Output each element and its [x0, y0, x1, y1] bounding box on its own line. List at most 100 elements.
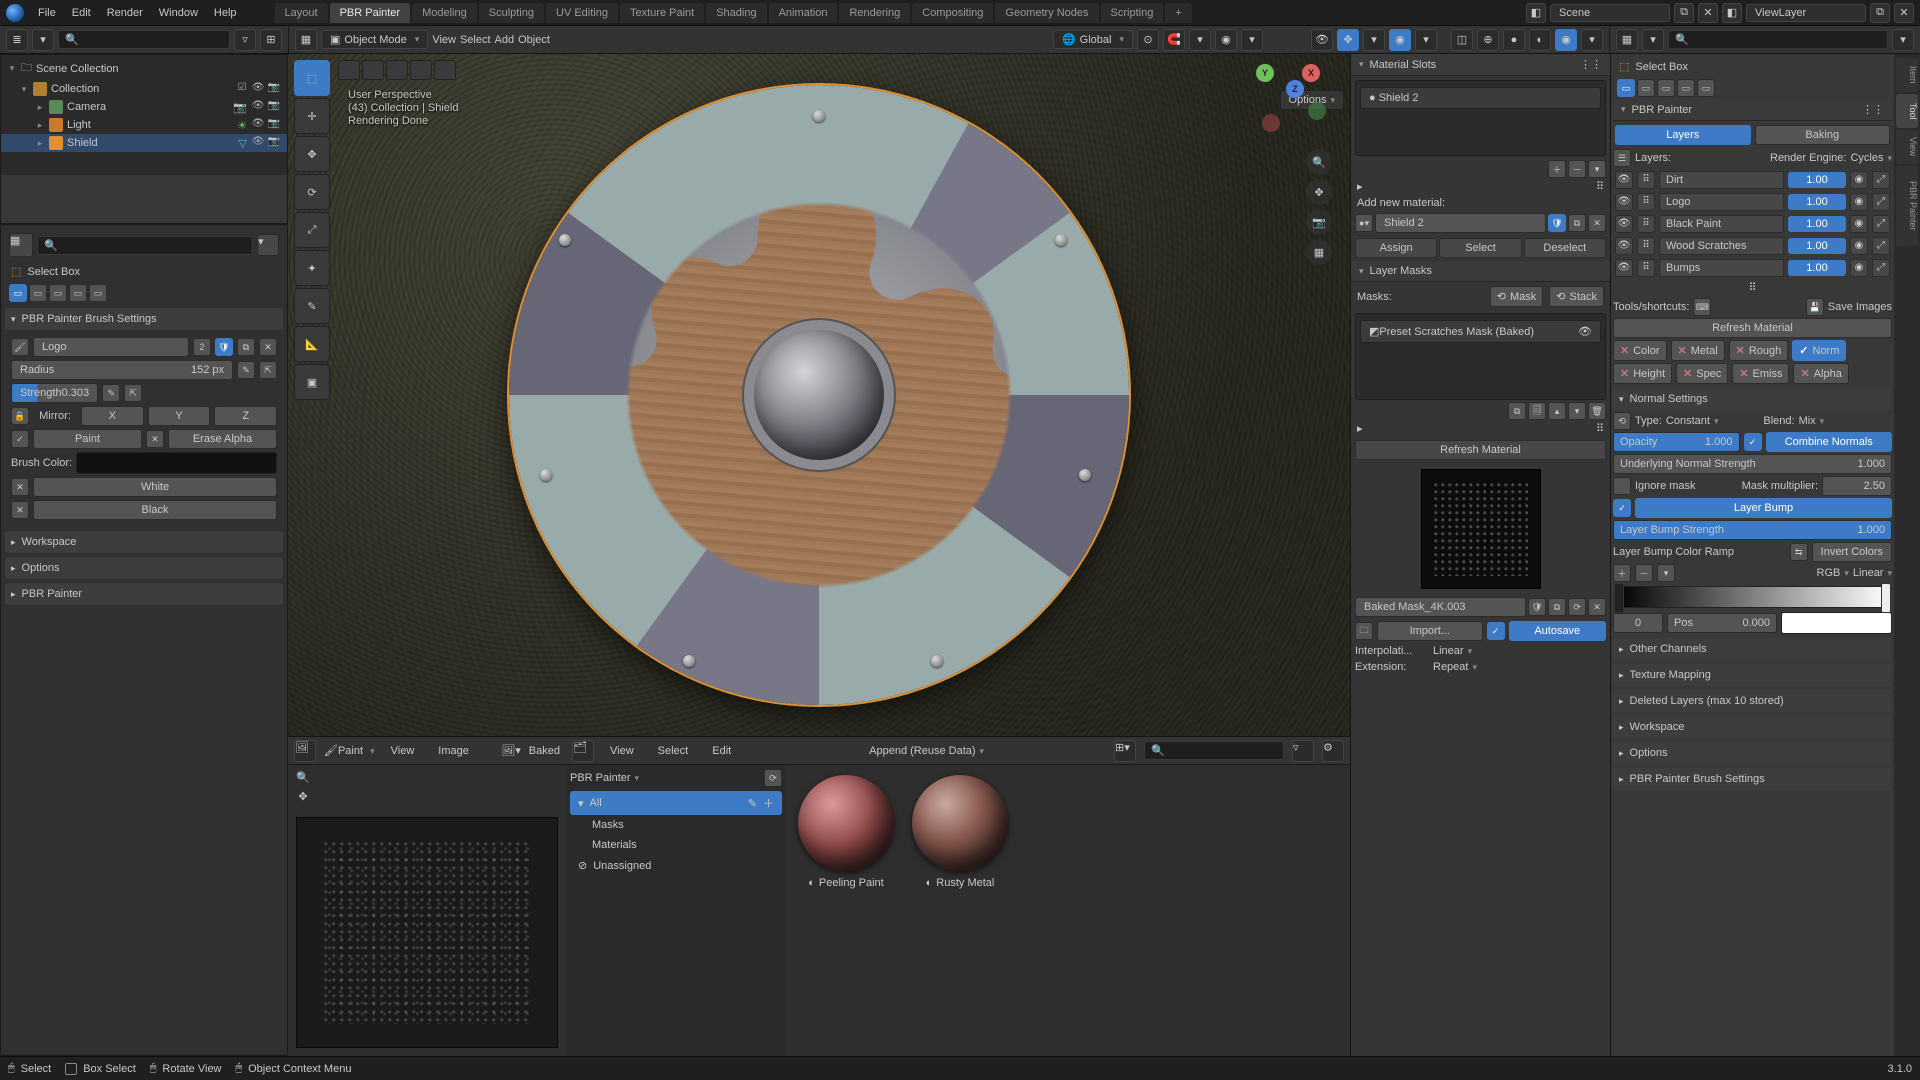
outliner-editor-type-icon[interactable]: ≣ — [6, 29, 28, 51]
mask-preview[interactable] — [1421, 469, 1541, 589]
deselect-button[interactable]: Deselect — [1524, 238, 1606, 258]
material-fakeuser-icon[interactable]: 🛡 — [1548, 214, 1566, 232]
panel-menu-icon[interactable]: ⋮⋮ — [1862, 103, 1884, 116]
ramp-tools-icon[interactable]: ▾ — [1657, 564, 1675, 582]
mirror-lock-icon[interactable]: 🔒 — [11, 407, 29, 425]
asset-menu-view[interactable]: View — [602, 742, 642, 760]
mask-mode-button[interactable]: ⟲Mask — [1490, 286, 1544, 307]
layer-name[interactable]: Wood Scratches — [1659, 237, 1784, 255]
layer-name[interactable]: Black Paint — [1659, 215, 1784, 233]
shading-options-icon[interactable]: ▾ — [1581, 29, 1603, 51]
hide-icon[interactable]: 👁 — [251, 136, 265, 150]
erase-check-icon[interactable]: ✕ — [146, 430, 164, 448]
mask-mult-field[interactable]: 2.50 — [1822, 476, 1892, 496]
slot-remove-icon[interactable]: － — [1568, 160, 1586, 178]
r-options-section[interactable]: ▸Options — [1613, 742, 1892, 764]
hide-viewport-icon[interactable]: 👁 — [251, 82, 265, 96]
asset-cat-edit-icon[interactable]: ✎ — [748, 797, 757, 810]
r-selmode-3-icon[interactable]: ▭ — [1657, 79, 1675, 97]
vtab-item[interactable]: Item — [1896, 58, 1918, 92]
shading-rendered-icon[interactable]: ◉ — [1555, 29, 1577, 51]
r-selmode-1-icon[interactable]: ▭ — [1617, 79, 1635, 97]
asset-display-icon[interactable]: ⊞▾ — [1114, 740, 1136, 762]
refresh-material-button[interactable]: Refresh Material — [1355, 440, 1606, 460]
outliner-item-light[interactable]: ▸ Light ☀ 👁📷 — [1, 116, 287, 134]
outliner-display-mode-icon[interactable]: ▾ — [32, 29, 54, 51]
asset-editor-type-icon[interactable]: 🗂 — [572, 740, 594, 762]
interaction-mode-dropdown[interactable]: ▣ Object Mode — [321, 30, 428, 49]
radius-field[interactable]: Radius 152 px — [11, 360, 233, 380]
material-new-icon[interactable]: ⧉ — [1568, 214, 1586, 232]
scene-new-icon[interactable]: ⧉ — [1674, 3, 1694, 23]
layer-lock-icon[interactable]: ⤢ — [1872, 193, 1890, 211]
material-slot-0[interactable]: ● Shield 2 — [1360, 87, 1601, 109]
mask-down-icon[interactable]: ▾ — [1568, 402, 1586, 420]
brush-settings-header[interactable]: ▾PBR Painter Brush Settings — [5, 308, 283, 330]
pbrpainter-section[interactable]: ▸PBR Painter — [5, 583, 283, 605]
baked-mask-name-field[interactable]: Baked Mask_4K.003 — [1355, 597, 1526, 617]
image-preview[interactable] — [296, 817, 558, 1048]
ramp-colormode-dropdown[interactable]: RGB — [1817, 567, 1849, 579]
layer-visible-icon[interactable]: 👁 — [1615, 193, 1633, 211]
other-channels-section[interactable]: ▸Other Channels — [1613, 638, 1892, 660]
grip-icon[interactable]: ⠿ — [1596, 180, 1604, 193]
axis-y-icon[interactable]: Y — [1256, 64, 1274, 82]
workspace-compositing[interactable]: Compositing — [912, 3, 993, 23]
chan-color[interactable]: ✕Color — [1613, 340, 1667, 361]
asset-cat-add-icon[interactable]: ＋ — [763, 795, 774, 811]
chan-emiss[interactable]: ✕Emiss — [1732, 363, 1789, 384]
nav-move-icon[interactable]: ✥ — [1306, 179, 1332, 205]
proportional-options-icon[interactable]: ▾ — [1241, 29, 1263, 51]
brush-delete-icon[interactable]: ✕ — [259, 338, 277, 356]
paint-button[interactable]: Paint — [33, 429, 142, 449]
ramp-add-icon[interactable]: ＋ — [1613, 564, 1631, 582]
workspace-texture-paint[interactable]: Texture Paint — [620, 3, 704, 23]
tool-addcube-icon[interactable]: ▣ — [294, 364, 330, 400]
material-name-field[interactable]: Shield 2 — [1375, 213, 1546, 233]
proportional-edit-icon[interactable]: ◉ — [1215, 29, 1237, 51]
mask-item[interactable]: ◩ Preset Scratches Mask (Baked) 👁 — [1360, 320, 1601, 343]
layer-row[interactable]: 👁 ⠿ Bumps 1.00 ◉ ⤢ — [1613, 257, 1892, 279]
asset-rusty-metal[interactable]: ◐Rusty Metal — [910, 775, 1010, 889]
asset-filter-icon[interactable]: ▿ — [1292, 740, 1314, 762]
material-unlink-icon[interactable]: ✕ — [1588, 214, 1606, 232]
layer-solo-icon[interactable]: ◉ — [1850, 193, 1868, 211]
brush-browse-icon[interactable]: 🖌 — [11, 338, 29, 356]
selmode-d-icon[interactable] — [410, 60, 432, 80]
tool-select-box-icon[interactable]: ⬚ — [294, 60, 330, 96]
layer-bump-button[interactable]: Layer Bump — [1635, 498, 1892, 518]
workspace-animation[interactable]: Animation — [769, 3, 838, 23]
vtab-view[interactable]: View — [1896, 130, 1918, 164]
layer-row[interactable]: 👁 ⠿ Logo 1.00 ◉ ⤢ — [1613, 191, 1892, 213]
menu-file[interactable]: File — [30, 3, 64, 23]
hide-icon[interactable]: 👁 — [251, 100, 265, 114]
layer-solo-icon[interactable]: ◉ — [1850, 259, 1868, 277]
axis-ny-icon[interactable] — [1308, 102, 1326, 120]
nav-zoom-icon[interactable]: 🔍 — [1306, 149, 1332, 175]
transform-orientation-dropdown[interactable]: 🌐 Global — [1053, 30, 1133, 49]
mask-add-icon[interactable]: ⧉ — [1508, 402, 1526, 420]
underlying-strength-field[interactable]: Underlying Normal Strength 1.000 — [1613, 454, 1892, 474]
viewlayer-browse-icon[interactable]: ◧ — [1722, 3, 1742, 23]
shield-object[interactable] — [509, 85, 1129, 705]
mask-del-icon[interactable]: 🗑 — [1588, 402, 1606, 420]
strength-pressure-icon[interactable]: ✎ — [102, 384, 120, 402]
asset-refresh-icon[interactable]: ⟳ — [764, 769, 782, 787]
exclude-checkbox-icon[interactable]: ☑ — [235, 82, 249, 96]
chan-metal[interactable]: ✕Metal — [1671, 340, 1725, 361]
selmode-a-icon[interactable] — [338, 60, 360, 80]
workspace-modeling[interactable]: Modeling — [412, 3, 477, 23]
layer-row[interactable]: 👁 ⠿ Black Paint 1.00 ◉ ⤢ — [1613, 213, 1892, 235]
selmode-3-icon[interactable]: ▭ — [49, 284, 67, 302]
r-workspace-section[interactable]: ▸Workspace — [1613, 716, 1892, 738]
mirror-z-button[interactable]: Z — [214, 406, 277, 426]
3d-menu-view[interactable]: View — [432, 34, 456, 46]
asset-search-input[interactable]: 🔍 — [1144, 741, 1284, 760]
axis-gizmo[interactable]: X Y Z — [1256, 64, 1330, 138]
chan-norm[interactable]: ✓Norm — [1792, 340, 1846, 361]
texture-mapping-section[interactable]: ▸Texture Mapping — [1613, 664, 1892, 686]
type-link-icon[interactable]: ⟲ — [1613, 412, 1631, 430]
asset-menu-edit[interactable]: Edit — [704, 742, 739, 760]
layer-lock-icon[interactable]: ⤢ — [1872, 259, 1890, 277]
asset-import-method-dropdown[interactable]: Append (Reuse Data) — [869, 745, 984, 757]
